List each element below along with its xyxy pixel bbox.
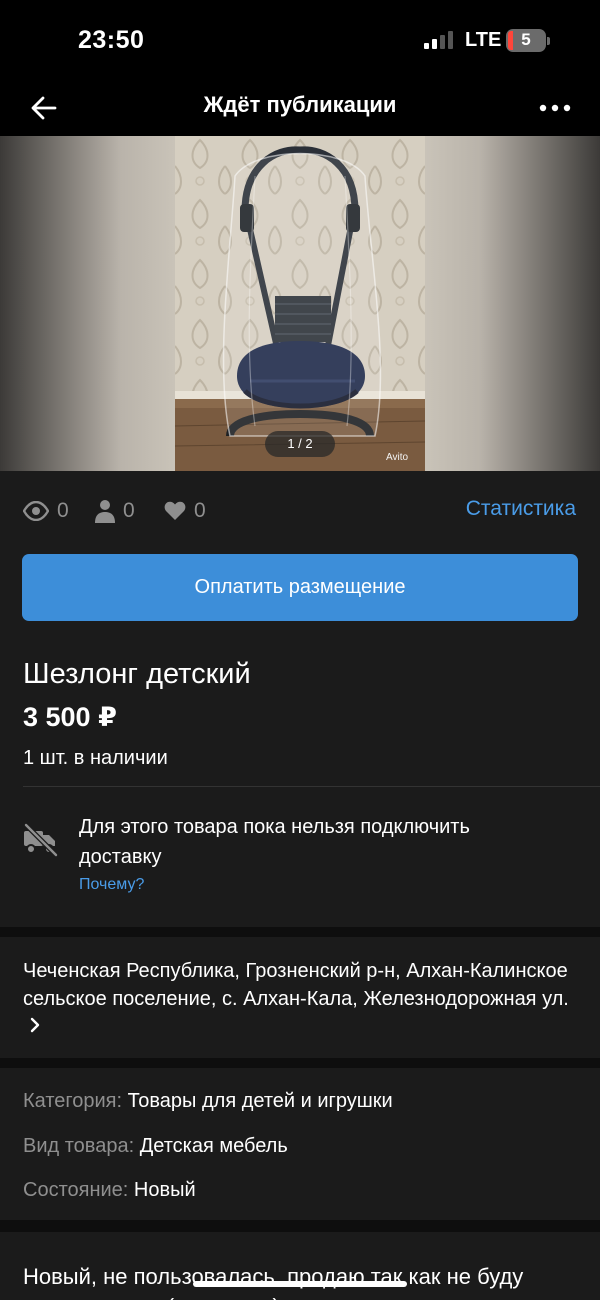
network-type: LTE (465, 29, 502, 51)
pay-placement-button[interactable]: Оплатить размещение (22, 554, 578, 621)
favorites-stat: 0 (164, 499, 206, 523)
param-item-type: Вид товара: Детская мебель (23, 1135, 288, 1158)
param-value: Новый (133, 1179, 196, 1201)
params-section: Категория: Товары для детей и игрушки Ви… (0, 1068, 600, 1220)
page-title: Ждёт публикации (203, 92, 397, 117)
eye-icon (23, 501, 49, 521)
item-quantity: 1 шт. в наличии (23, 747, 168, 769)
views-stat: 0 (23, 499, 69, 523)
status-time: 23:50 (78, 26, 145, 54)
battery-cap (547, 37, 550, 45)
views-count: 0 (57, 499, 69, 522)
param-label: Вид товара: (23, 1135, 135, 1157)
param-label: Категория: (23, 1090, 123, 1112)
signal-icon (424, 31, 454, 49)
param-value: Детская мебель (139, 1135, 288, 1157)
nav-bar: Ждёт публикации (0, 80, 600, 136)
battery-level: 5 (521, 30, 531, 49)
contacts-stat: 0 (95, 499, 135, 523)
contacts-count: 0 (123, 499, 135, 522)
section-gap (0, 927, 600, 937)
home-indicator (193, 1281, 407, 1287)
delivery-notice: Для этого товара пока нельзя подключить … (79, 816, 470, 868)
statistics-link[interactable]: Статистика (466, 497, 576, 521)
param-condition: Состояние: Новый (23, 1179, 196, 1202)
person-icon (95, 500, 115, 523)
heart-icon (164, 501, 186, 520)
param-value: Товары для детей и игрушки (127, 1090, 393, 1112)
more-dots-icon (539, 104, 571, 112)
description-section: Новый, не пользовалась, продаю так как н… (0, 1232, 600, 1300)
divider (23, 786, 600, 787)
item-price: 3 500 ₽ (23, 702, 117, 732)
param-category: Категория: Товары для детей и игрушки (23, 1090, 393, 1113)
status-bar: 23:50 LTE 5 (0, 0, 600, 80)
item-photo[interactable] (175, 136, 425, 471)
address-section[interactable]: Чеченская Республика, Грозненский р-н, А… (0, 937, 600, 1057)
address-block[interactable]: Чеченская Республика, Грозненский р-н, А… (23, 957, 583, 1041)
chevron-right-icon (30, 1017, 40, 1033)
param-label: Состояние: (23, 1179, 129, 1201)
photo-gallery[interactable]: 1 / 2 Avito (0, 136, 600, 471)
section-gap (0, 1058, 600, 1068)
address-text: Чеченская Республика, Грозненский р-н, А… (23, 960, 569, 1010)
photo-page-indicator: 1 / 2 (265, 431, 335, 457)
why-link[interactable]: Почему? (79, 876, 144, 894)
no-delivery-icon (24, 823, 58, 857)
more-button[interactable] (534, 90, 576, 126)
item-title: Шезлонг детский (23, 658, 251, 690)
section-gap (0, 1220, 600, 1232)
favorites-count: 0 (194, 499, 206, 522)
avito-watermark: Avito (386, 452, 409, 463)
